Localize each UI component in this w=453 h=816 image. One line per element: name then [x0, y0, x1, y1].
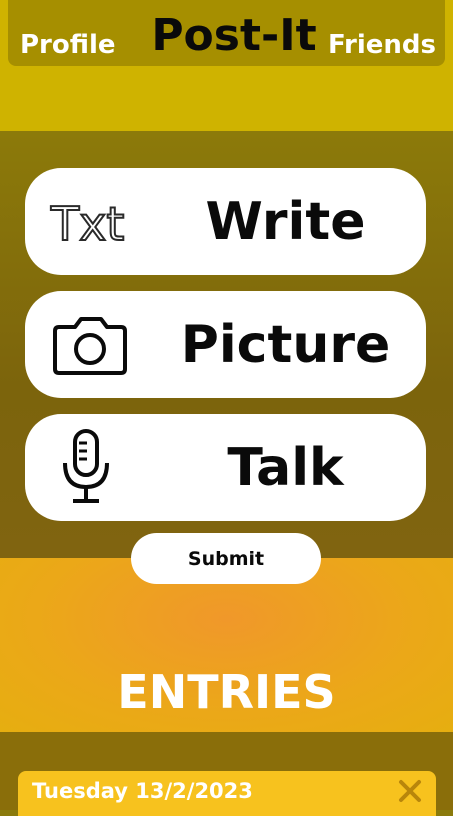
close-icon[interactable]: [398, 779, 422, 803]
nav-friends-link[interactable]: Friends: [328, 30, 436, 60]
picture-option-button[interactable]: Picture: [25, 291, 426, 398]
talk-option-button[interactable]: Talk: [25, 414, 426, 521]
microphone-icon: [63, 429, 109, 503]
entry-date: Tuesday 13/2/2023: [32, 779, 253, 803]
picture-option-label: Picture: [180, 314, 391, 375]
camera-icon: [53, 317, 127, 375]
write-option-label: Write: [205, 191, 366, 252]
entry-card[interactable]: Tuesday 13/2/2023: [18, 771, 436, 816]
write-option-button[interactable]: Txt Write: [25, 168, 426, 275]
entries-title: ENTRIES: [117, 665, 336, 719]
nav-profile-link[interactable]: Profile: [20, 30, 116, 60]
text-icon-label: Txt: [50, 197, 124, 251]
navbar: Profile Post-It Friends: [8, 0, 445, 66]
submit-button[interactable]: Submit: [131, 533, 321, 584]
text-icon: Txt: [49, 196, 125, 252]
brand-title: Post-It: [151, 10, 317, 61]
header-area: Profile Post-It Friends: [0, 0, 453, 131]
talk-option-label: Talk: [227, 437, 344, 498]
